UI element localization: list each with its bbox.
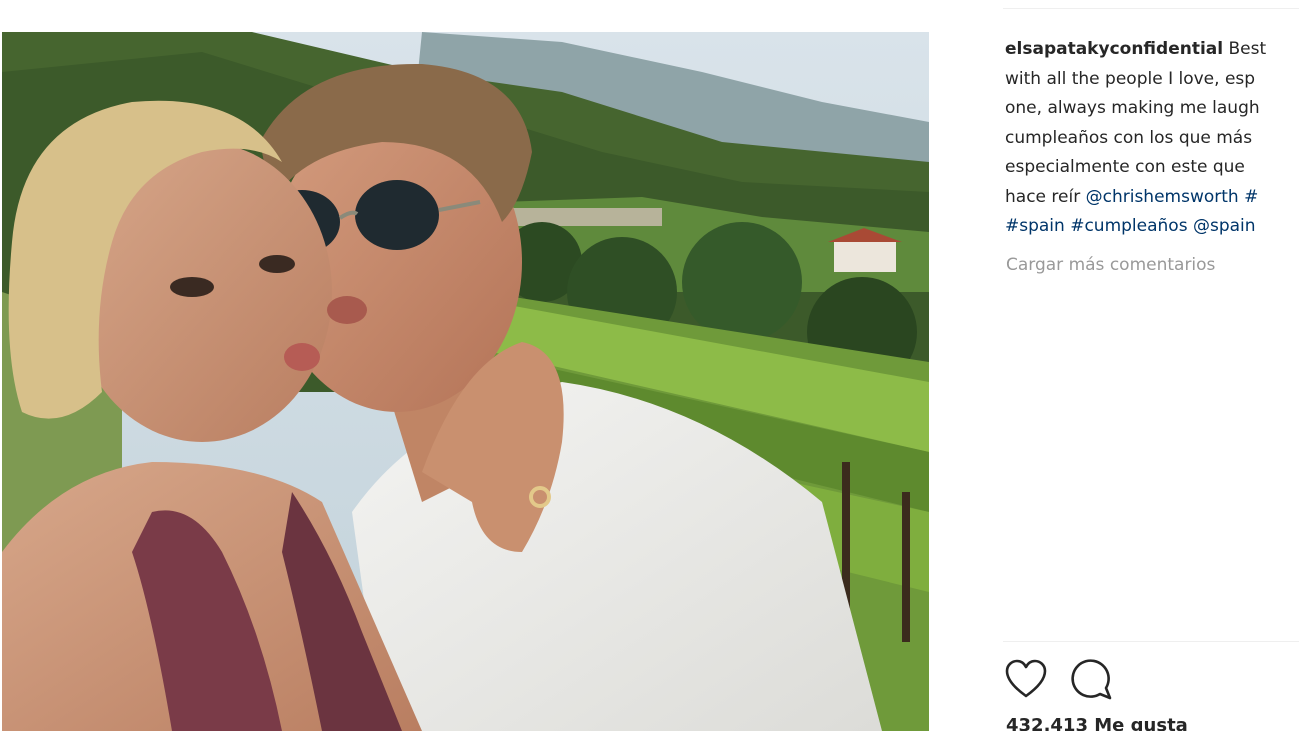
actions-divider: [1003, 641, 1299, 642]
load-more-comments-link[interactable]: Cargar más comentarios: [1006, 255, 1215, 275]
caption-text: Best: [1228, 39, 1267, 59]
hashtag-link[interactable]: #: [1244, 187, 1258, 207]
heart-icon: [1005, 659, 1047, 698]
caption-line-2: with all the people I love, esp: [1005, 68, 1256, 89]
mention-link[interactable]: @chrishemsworth: [1086, 187, 1239, 207]
caption-line-1: elsapatakyconfidential Best: [1005, 35, 1299, 65]
caption-line-5: especialmente con este que: [1005, 157, 1245, 177]
post-caption: elsapatakyconfidential Best with all the…: [1005, 35, 1299, 242]
comment-button[interactable]: [1070, 658, 1114, 702]
caption-text: hace reír: [1005, 186, 1081, 207]
like-button[interactable]: [1004, 658, 1048, 702]
post-photo[interactable]: [2, 32, 929, 731]
likes-number: 432.413: [1006, 715, 1088, 731]
likes-count[interactable]: 432.413 Me gusta: [1006, 712, 1188, 731]
caption-line-4: cumpleaños con los que más: [1005, 127, 1253, 148]
caption-line-7: #spain #cumpleaños @spain: [1005, 212, 1299, 242]
caption-line-6: hace reír @chrishemsworth #: [1005, 183, 1299, 213]
hashtag-link[interactable]: #cumpleaños: [1070, 216, 1187, 236]
comment-bubble-icon: [1071, 659, 1112, 700]
selfie-image: [2, 32, 929, 731]
caption-line-3: one, always making me laugh: [1005, 98, 1260, 118]
likes-label: Me gusta: [1094, 715, 1188, 731]
mention-link[interactable]: @spain: [1193, 216, 1256, 236]
top-divider: [1003, 8, 1299, 9]
username-link[interactable]: elsapatakyconfidential: [1005, 39, 1223, 59]
hashtag-link[interactable]: #spain: [1005, 216, 1065, 236]
